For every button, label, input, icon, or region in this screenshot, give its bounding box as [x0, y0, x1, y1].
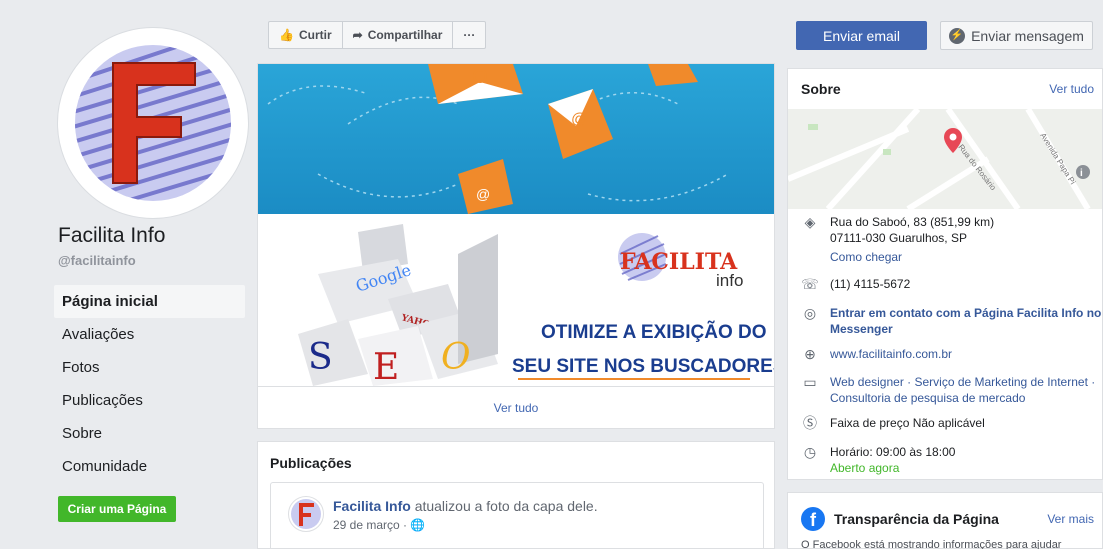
svg-text:@: @	[476, 186, 490, 202]
share-label: Compartilhar	[367, 28, 443, 42]
facilita-logo-icon	[75, 45, 231, 201]
transparency-text: O Facebook está mostrando informações pa…	[801, 539, 1062, 549]
posts-card: Publicações Facilita Info atualizou a fo…	[257, 441, 775, 549]
sidebar-item-home[interactable]: Página inicial	[54, 285, 245, 318]
cover-headline-1: OTIMIZE A EXIBIÇÃO DO	[541, 321, 767, 343]
category-line-1: Web designer · Serviço de Marketing de I…	[830, 375, 1096, 389]
about-heading: Sobre	[801, 81, 841, 97]
post-header: Facilita Info atualizou a foto da capa d…	[333, 498, 598, 514]
sidebar-nav: Página inicial Avaliações Fotos Publicaç…	[54, 285, 245, 483]
clock-icon: ◷	[803, 444, 817, 460]
about-see-all-link[interactable]: Ver tudo	[1049, 82, 1094, 96]
category-line-2: Consultoria de pesquisa de mercado	[830, 391, 1026, 405]
post-author-avatar[interactable]	[288, 496, 324, 532]
seo-letter-o: O	[441, 337, 471, 378]
facilita-logo-icon	[291, 499, 321, 529]
seo-illustration-icon: Google YAHOO! S E O FACILITA info OTIMIZ…	[298, 224, 774, 386]
phone-icon: ☏	[801, 276, 819, 292]
left-sidebar: Facilita Info @facilitainfo Página inici…	[0, 0, 256, 549]
envelope-illustration-icon: @ @	[267, 64, 729, 214]
svg-text:@: @	[571, 111, 587, 128]
more-options-button[interactable]: ···	[453, 22, 485, 48]
messenger-row: ◎ Entrar em contato com a Página Facilit…	[800, 305, 1102, 337]
directions-link[interactable]: Como chegar	[830, 249, 994, 265]
sidebar-item-community[interactable]: Comunidade	[54, 450, 245, 483]
address-row: ◈ Rua do Saboó, 83 (851,99 km) 07111-030…	[800, 214, 995, 265]
sidebar-item-about[interactable]: Sobre	[54, 417, 245, 450]
facebook-icon: f	[801, 507, 825, 531]
address-line-2: 07111-030 Guarulhos, SP	[830, 231, 967, 245]
transparency-see-more-link[interactable]: Ver mais	[1047, 512, 1094, 526]
send-message-button[interactable]: ⚡ Enviar mensagem	[940, 21, 1093, 50]
map-info-icon: i	[1080, 168, 1083, 179]
about-card: Sobre Ver tudo Rua do Rosário Avenida Pa…	[787, 68, 1103, 480]
category-icon: ▭	[803, 374, 817, 390]
price-range: Faixa de preço Não aplicável	[830, 416, 985, 430]
cover-headline-2: SEU SITE NOS BUSCADORES	[512, 356, 774, 377]
thumbs-up-icon: 👍	[279, 28, 294, 42]
page-title: Facilita Info	[58, 224, 166, 247]
directions-icon: ◈	[804, 214, 816, 230]
phone-row: ☏ (11) 4115-5672	[800, 276, 910, 292]
globe-icon: ⊕	[804, 346, 816, 362]
phone-number[interactable]: (11) 4115-5672	[830, 276, 910, 292]
sidebar-item-photos[interactable]: Fotos	[54, 351, 245, 384]
address-line-1: Rua do Saboó, 83 (851,99 km)	[830, 215, 995, 229]
page-handle: @facilitainfo	[58, 253, 136, 268]
like-button[interactable]: 👍 Curtir	[269, 22, 343, 48]
map-icon: Rua do Rosário Avenida Papa Pi i	[788, 109, 1102, 209]
messenger-icon: ◎	[803, 305, 817, 321]
transparency-heading: Transparência da Página	[834, 511, 999, 527]
hours-text[interactable]: Horário: 09:00 às 18:00	[830, 444, 955, 460]
page-transparency-card: f Transparência da Página Ver mais O Fac…	[787, 492, 1103, 549]
location-map[interactable]: Rua do Rosário Avenida Papa Pi i	[788, 109, 1102, 209]
globe-icon: 🌐	[410, 518, 426, 532]
price-icon: Ⓢ	[803, 415, 817, 431]
share-arrow-icon: ➦	[352, 28, 363, 42]
like-label: Curtir	[298, 28, 332, 42]
send-email-button[interactable]: Enviar email	[796, 21, 927, 50]
category-links[interactable]: Web designer · Serviço de Marketing de I…	[830, 374, 1095, 406]
posts-heading: Publicações	[270, 455, 352, 471]
sidebar-item-posts[interactable]: Publicações	[54, 384, 245, 417]
see-all-photos-link[interactable]: Ver tudo	[258, 386, 774, 428]
post-date[interactable]: 29 de março · 🌐	[333, 518, 425, 532]
open-now-status: Aberto agora	[830, 461, 900, 475]
hours-row: ◷ Horário: 09:00 às 18:00 Aberto agora	[800, 444, 956, 476]
cover-seo-banner[interactable]: Google YAHOO! S E O FACILITA info OTIMIZ…	[258, 214, 774, 386]
price-row: Ⓢ Faixa de preço Não aplicável	[800, 415, 985, 431]
post-action-text: atualizou a foto da capa dele.	[414, 498, 598, 514]
post-author-link[interactable]: Facilita Info	[333, 498, 411, 514]
seo-letter-e: E	[373, 347, 399, 386]
messenger-icon: ⚡	[949, 27, 966, 44]
cover-logo-sub: info	[716, 271, 743, 290]
sidebar-item-reviews[interactable]: Avaliações	[54, 318, 245, 351]
messenger-line-1: Entrar em contato com a Página Facilita …	[830, 306, 1102, 320]
page-action-bar: 👍 Curtir ➦ Compartilhar ···	[268, 21, 487, 49]
seo-letter-s: S	[308, 337, 333, 378]
create-page-button[interactable]: Criar uma Página	[58, 496, 176, 522]
category-row: ▭ Web designer · Serviço de Marketing de…	[800, 374, 1095, 406]
share-button[interactable]: ➦ Compartilhar	[343, 22, 454, 48]
messenger-line-2: Messenger	[830, 322, 893, 336]
post-item: Facilita Info atualizou a foto da capa d…	[270, 482, 764, 549]
messenger-contact-link[interactable]: Entrar em contato com a Página Facilita …	[830, 305, 1101, 337]
post-date-text: 29 de março ·	[333, 518, 408, 532]
cover-envelopes-banner[interactable]: @ @	[258, 64, 774, 214]
profile-avatar[interactable]	[58, 28, 248, 218]
website-link[interactable]: www.facilitainfo.com.br	[830, 346, 952, 362]
send-message-label: Enviar mensagem	[971, 27, 1084, 44]
cover-photo-card: @ @ Google YAHOO! S E O	[257, 63, 775, 429]
website-row: ⊕ www.facilitainfo.com.br	[800, 346, 952, 362]
